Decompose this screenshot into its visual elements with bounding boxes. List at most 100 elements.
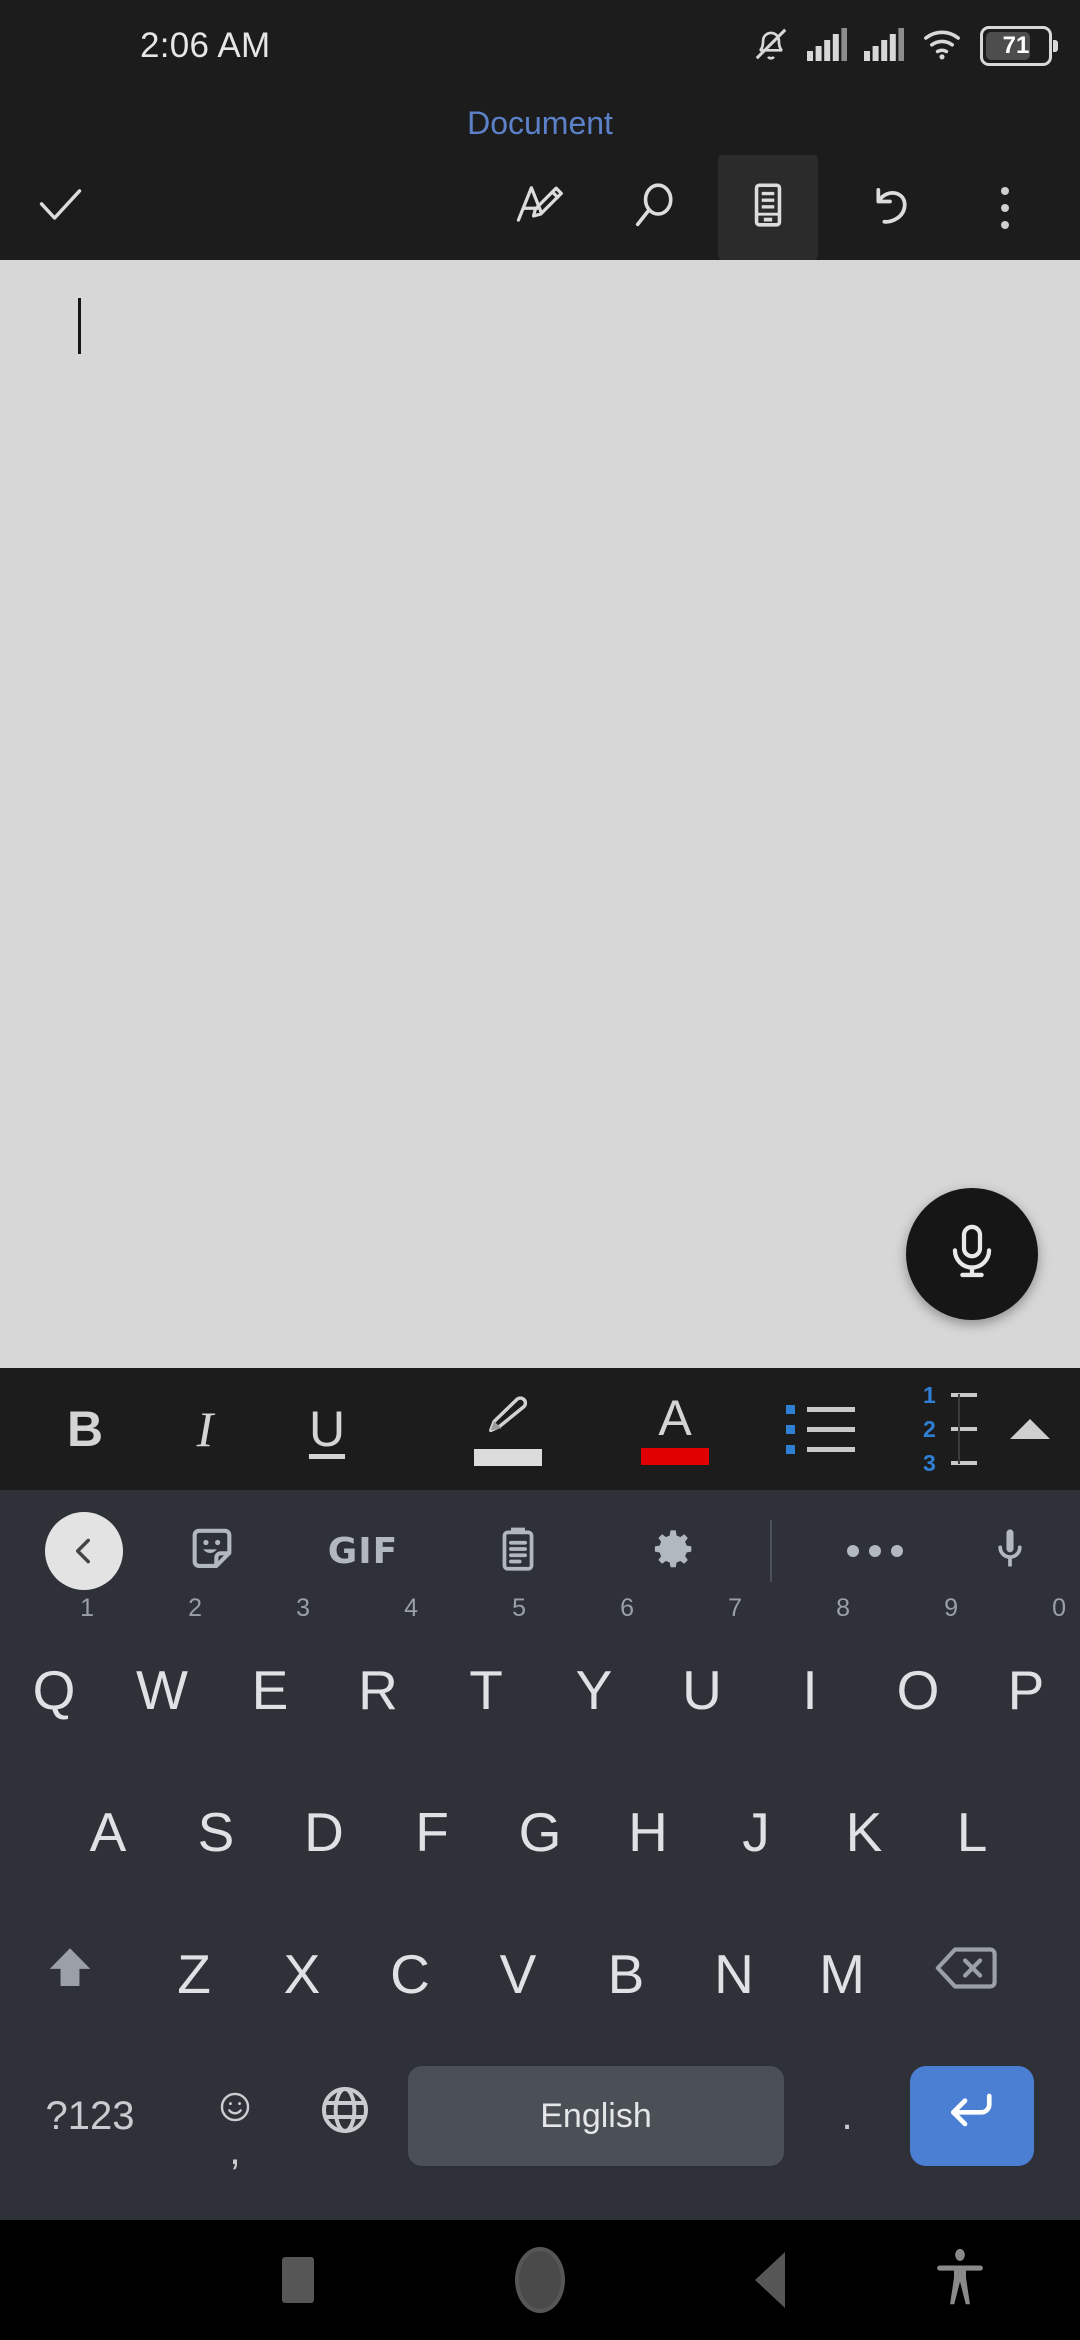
accessibility-button[interactable]: [890, 2220, 1030, 2340]
key-W[interactable]: 2W: [108, 1594, 216, 1760]
backspace-key[interactable]: [896, 1904, 1036, 2044]
key-label: Z: [177, 1943, 211, 2005]
bulleted-list-button[interactable]: [760, 1368, 880, 1490]
key-sup: 0: [1052, 1594, 1066, 1622]
keyboard-toolbar-divider: [770, 1520, 772, 1582]
kebab-menu-icon: [1001, 186, 1009, 229]
bold-button[interactable]: B: [30, 1368, 140, 1490]
key-X[interactable]: X: [248, 1904, 356, 2044]
gif-icon: GIF: [327, 1530, 399, 1572]
key-label: H: [628, 1801, 668, 1863]
undo-button[interactable]: [840, 155, 940, 260]
key-G[interactable]: G: [486, 1762, 594, 1902]
format-bar-divider: [958, 1394, 960, 1464]
key-S[interactable]: S: [162, 1762, 270, 1902]
sticker-button[interactable]: [152, 1490, 272, 1612]
key-K[interactable]: K: [810, 1762, 918, 1902]
done-check-button[interactable]: [10, 155, 110, 260]
symbols-key-label: ?123: [45, 2093, 135, 2138]
key-sup: 1: [80, 1594, 94, 1622]
key-label: B: [607, 1943, 645, 2005]
accessibility-icon: [936, 2248, 984, 2313]
key-C[interactable]: C: [356, 1904, 464, 2044]
symbols-key[interactable]: ?123: [0, 2046, 180, 2186]
key-label: O: [896, 1659, 940, 1721]
spacebar[interactable]: English: [408, 2066, 784, 2166]
list-number: 3: [923, 1449, 936, 1476]
mobile-view-icon: [743, 180, 793, 235]
signal-bars-icon: [807, 27, 848, 66]
key-T[interactable]: 5T: [432, 1594, 540, 1760]
key-N[interactable]: N: [680, 1904, 788, 2044]
key-label: G: [518, 1801, 562, 1863]
keyboard-more-button[interactable]: [810, 1490, 940, 1612]
underline-button[interactable]: U: [272, 1368, 382, 1490]
list-number: 2: [923, 1415, 936, 1442]
draw-button[interactable]: [490, 155, 590, 260]
key-R[interactable]: 4R: [324, 1594, 432, 1760]
mobile-view-button[interactable]: [718, 155, 818, 260]
keyboard: G I F 1 Q 2 W 3 E 4 R 5 T 6 Y 7 U 8 I 9 O …: [0, 1490, 1080, 2220]
highlight-button[interactable]: [448, 1368, 568, 1490]
key-label: W: [136, 1659, 188, 1721]
key-label: J: [742, 1801, 770, 1863]
key-label: S: [197, 1801, 235, 1863]
check-icon: [34, 179, 86, 236]
key-J[interactable]: J: [702, 1762, 810, 1902]
key-B[interactable]: B: [572, 1904, 680, 2044]
square-icon: [282, 2257, 314, 2303]
enter-key[interactable]: [910, 2066, 1034, 2166]
key-M[interactable]: M: [788, 1904, 896, 2044]
key-H[interactable]: H: [594, 1762, 702, 1902]
bell-muted-icon: [752, 25, 790, 68]
recents-button[interactable]: [228, 2220, 368, 2340]
font-color-swatch: [641, 1448, 709, 1465]
key-Y[interactable]: 6Y: [540, 1594, 648, 1760]
key-label: N: [714, 1943, 754, 2005]
key-Z[interactable]: Z: [140, 1904, 248, 2044]
key-L[interactable]: L: [918, 1762, 1026, 1902]
back-button[interactable]: [700, 2220, 840, 2340]
battery-icon: 71: [980, 26, 1058, 66]
key-O[interactable]: 9O: [864, 1594, 972, 1760]
key-E[interactable]: 3E: [216, 1594, 324, 1760]
dictation-button[interactable]: [906, 1188, 1038, 1320]
shift-key[interactable]: [0, 1904, 140, 2044]
document-canvas[interactable]: [0, 260, 1080, 1368]
key-D[interactable]: D: [270, 1762, 378, 1902]
key-U[interactable]: 7U: [648, 1594, 756, 1760]
circle-icon: [515, 2247, 565, 2313]
status-bar: 2:06 AM 71: [0, 0, 1080, 92]
key-label: M: [819, 1943, 865, 2005]
key-label: A: [89, 1801, 127, 1863]
pen-edit-icon: [512, 177, 568, 238]
key-A[interactable]: A: [54, 1762, 162, 1902]
font-color-button[interactable]: A: [620, 1368, 730, 1490]
home-button[interactable]: [470, 2220, 610, 2340]
key-sup: 3: [296, 1594, 310, 1622]
battery-percent-label: 71: [1002, 32, 1030, 59]
format-bar: B I U A 1 2 3: [0, 1368, 1080, 1490]
key-V[interactable]: V: [464, 1904, 572, 2044]
key-label: I: [802, 1659, 818, 1721]
collapse-format-bar-button[interactable]: [985, 1368, 1075, 1490]
key-I[interactable]: 8I: [756, 1594, 864, 1760]
emoji-comma-key[interactable]: ,: [180, 2046, 290, 2186]
clipboard-icon: [493, 1524, 543, 1579]
period-key[interactable]: .: [792, 2046, 902, 2186]
triangle-left-icon: [755, 2252, 785, 2308]
status-bar-icons: 71: [752, 25, 1058, 68]
language-key[interactable]: [290, 2046, 400, 2186]
spacebar-label: English: [540, 2096, 652, 2135]
key-label: P: [1007, 1659, 1045, 1721]
keyboard-toolbar: GIF: [0, 1490, 1080, 1612]
keyboard-row-3: Z X C V B N M: [0, 1904, 1080, 2044]
key-F[interactable]: F: [378, 1762, 486, 1902]
search-button[interactable]: [605, 155, 705, 260]
key-Q[interactable]: 1Q: [0, 1594, 108, 1760]
italic-button[interactable]: I: [150, 1368, 260, 1490]
overflow-menu-button[interactable]: [955, 155, 1055, 260]
key-sup: 2: [188, 1594, 202, 1622]
font-color-label: A: [658, 1390, 692, 1446]
key-P[interactable]: 0P: [972, 1594, 1080, 1760]
